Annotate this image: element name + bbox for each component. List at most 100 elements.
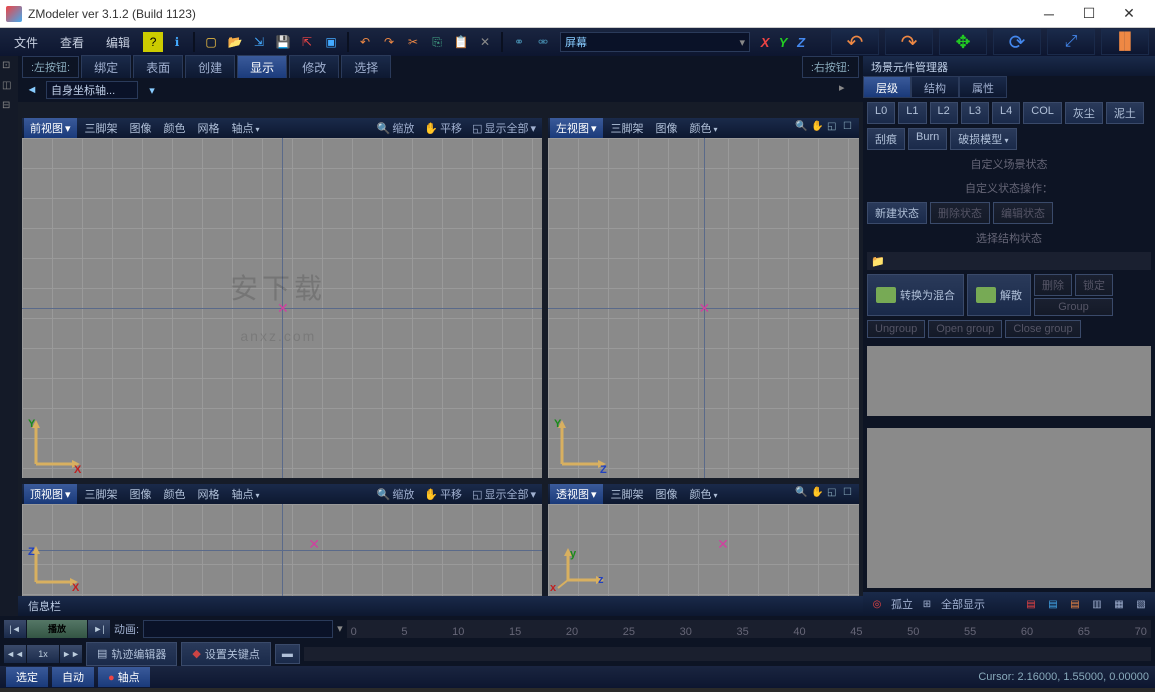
animation-dropdown[interactable] xyxy=(143,620,333,638)
y-axis-toggle[interactable]: Y xyxy=(774,33,792,51)
timeline-scrollbar[interactable] xyxy=(304,647,1151,661)
copy-icon[interactable]: ⎘ xyxy=(427,32,447,52)
btn-delete-state[interactable]: 删除状态 xyxy=(930,202,990,224)
help-icon[interactable]: ? xyxy=(143,32,163,52)
redo-icon[interactable]: ↷ xyxy=(379,32,399,52)
filter-icon[interactable]: ▤ xyxy=(1023,596,1039,612)
vp-tripod[interactable]: 三脚架 xyxy=(607,120,648,136)
btn-new-state[interactable]: 新建状态 xyxy=(867,202,927,224)
filter-icon[interactable]: ▤ xyxy=(1067,596,1083,612)
next-arrow-icon[interactable]: ▸ xyxy=(839,81,857,99)
menu-view[interactable]: 查看 xyxy=(50,30,94,55)
new-icon[interactable]: ▢ xyxy=(201,32,221,52)
pan-icon[interactable]: ✋ xyxy=(811,487,825,501)
vp-showall[interactable]: ◱显示全部 ▾ xyxy=(468,118,540,138)
filter-icon[interactable]: ▧ xyxy=(1133,596,1149,612)
scene-tree[interactable] xyxy=(867,346,1151,416)
viewport-label[interactable]: 透视图 ▾ xyxy=(550,484,603,504)
redo-big-button[interactable]: ↷ xyxy=(885,29,933,55)
play-button[interactable]: 播放 xyxy=(27,620,87,638)
tab-select[interactable]: 选择 xyxy=(341,55,391,80)
tool-icon[interactable]: ⊡ xyxy=(2,60,16,74)
undo-icon[interactable]: ↶ xyxy=(355,32,375,52)
scale-tool[interactable]: ⤢ xyxy=(1047,29,1095,55)
vp-grid[interactable]: 网格 xyxy=(194,486,224,502)
viewport-label[interactable]: 前视图 ▾ xyxy=(24,118,77,138)
vp-showall[interactable]: ◱显示全部 ▾ xyxy=(468,484,540,504)
preview-area[interactable] xyxy=(867,428,1151,588)
track-editor-button[interactable]: ▤轨迹编辑器 xyxy=(86,642,177,666)
maximize-button[interactable]: ☐ xyxy=(1069,1,1109,27)
frame-icon[interactable]: ◱ xyxy=(827,487,841,501)
viewport-canvas[interactable]: ✕ Y Z xyxy=(548,138,859,478)
menu-file[interactable]: 文件 xyxy=(4,30,48,55)
tab-structure[interactable]: 结构 xyxy=(911,76,959,98)
lod-l0[interactable]: L0 xyxy=(867,102,895,124)
tool-icon[interactable]: ◫ xyxy=(2,80,16,94)
filter-icon[interactable]: ▥ xyxy=(1089,596,1105,612)
tab-properties[interactable]: 属性 xyxy=(959,76,1007,98)
btn-convert-mix[interactable]: 转换为混合 xyxy=(867,274,964,316)
filter-icon[interactable]: ▦ xyxy=(1111,596,1127,612)
tab-bind[interactable]: 绑定 xyxy=(81,55,131,80)
vp-color[interactable]: 颜色 xyxy=(686,120,722,136)
filter-icon[interactable]: ▤ xyxy=(1045,596,1061,612)
info-icon[interactable]: ℹ xyxy=(167,32,187,52)
vp-zoom[interactable]: 🔍缩放 xyxy=(373,118,419,138)
lod-l4[interactable]: L4 xyxy=(992,102,1020,124)
next-key-button[interactable]: ►► xyxy=(60,645,82,663)
paste-icon[interactable]: 📋 xyxy=(451,32,471,52)
vp-zoom[interactable]: 🔍缩放 xyxy=(373,484,419,504)
lod-mud[interactable]: 泥土 xyxy=(1106,102,1144,124)
cut-icon[interactable]: ✂ xyxy=(403,32,423,52)
unlink-icon[interactable]: ⚮ xyxy=(533,32,553,52)
tab-modify[interactable]: 修改 xyxy=(289,55,339,80)
showall-icon[interactable]: ⊞ xyxy=(919,596,935,612)
viewport-canvas[interactable]: ✕ Z X xyxy=(22,504,542,596)
frame-icon[interactable]: ◱ xyxy=(827,121,841,135)
chevron-down-icon[interactable]: ▾ xyxy=(337,622,343,635)
btn-open-group[interactable]: Open group xyxy=(928,320,1002,338)
lod-l3[interactable]: L3 xyxy=(961,102,989,124)
close-button[interactable]: ✕ xyxy=(1109,1,1149,27)
timeline-track[interactable]: 0510 152025 303540 455055 606570 xyxy=(347,620,1151,638)
right-button-label[interactable]: :右按钮: xyxy=(802,56,859,78)
tab-display[interactable]: 显示 xyxy=(237,55,287,80)
export-icon[interactable]: ⇱ xyxy=(297,32,317,52)
btn-edit-state[interactable]: 编辑状态 xyxy=(993,202,1053,224)
btn-burn[interactable]: Burn xyxy=(908,128,947,150)
menu-edit[interactable]: 编辑 xyxy=(96,30,140,55)
isolate-icon[interactable]: ◎ xyxy=(869,596,885,612)
btn-delete[interactable]: 删除 xyxy=(1034,274,1072,296)
max-icon[interactable]: ☐ xyxy=(843,121,857,135)
lod-l2[interactable]: L2 xyxy=(930,102,958,124)
vp-tripod[interactable]: 三脚架 xyxy=(81,486,122,502)
tool-icon[interactable]: ⊟ xyxy=(2,100,16,114)
btn-scratch[interactable]: 刮痕 xyxy=(867,128,905,150)
undo-big-button[interactable]: ↶ xyxy=(831,29,879,55)
prev-key-button[interactable]: ◄◄ xyxy=(4,645,26,663)
left-button-label[interactable]: :左按钮: xyxy=(22,56,79,78)
key-filter-button[interactable]: ▬ xyxy=(275,644,300,664)
merge-icon[interactable]: ▣ xyxy=(321,32,341,52)
prev-arrow-icon[interactable]: ◄ xyxy=(24,82,40,98)
vp-pan[interactable]: ✋平移 xyxy=(420,118,466,138)
link-icon[interactable]: ⚭ xyxy=(509,32,529,52)
screen-dropdown[interactable]: 屏幕 ▾ xyxy=(560,32,750,52)
max-icon[interactable]: ☐ xyxy=(843,487,857,501)
status-pivot[interactable]: 轴点 xyxy=(98,667,150,687)
pan-icon[interactable]: ✋ xyxy=(811,121,825,135)
vp-tripod[interactable]: 三脚架 xyxy=(81,120,122,136)
lod-dust[interactable]: 灰尘 xyxy=(1065,102,1103,124)
goto-end-button[interactable]: ►| xyxy=(88,620,110,638)
zoom-icon[interactable]: 🔍 xyxy=(795,121,809,135)
isolate-label[interactable]: 孤立 xyxy=(891,596,913,612)
rotate-tool[interactable]: ⟳ xyxy=(993,29,1041,55)
tab-surface[interactable]: 表面 xyxy=(133,55,183,80)
vp-color[interactable]: 颜色 xyxy=(160,120,190,136)
vp-image[interactable]: 图像 xyxy=(652,120,682,136)
status-select[interactable]: 选定 xyxy=(6,667,48,687)
mirror-tool[interactable]: ▐▌ xyxy=(1101,29,1149,55)
state-selector[interactable]: 📁 xyxy=(867,252,1151,270)
btn-group[interactable]: Group xyxy=(1034,298,1113,316)
